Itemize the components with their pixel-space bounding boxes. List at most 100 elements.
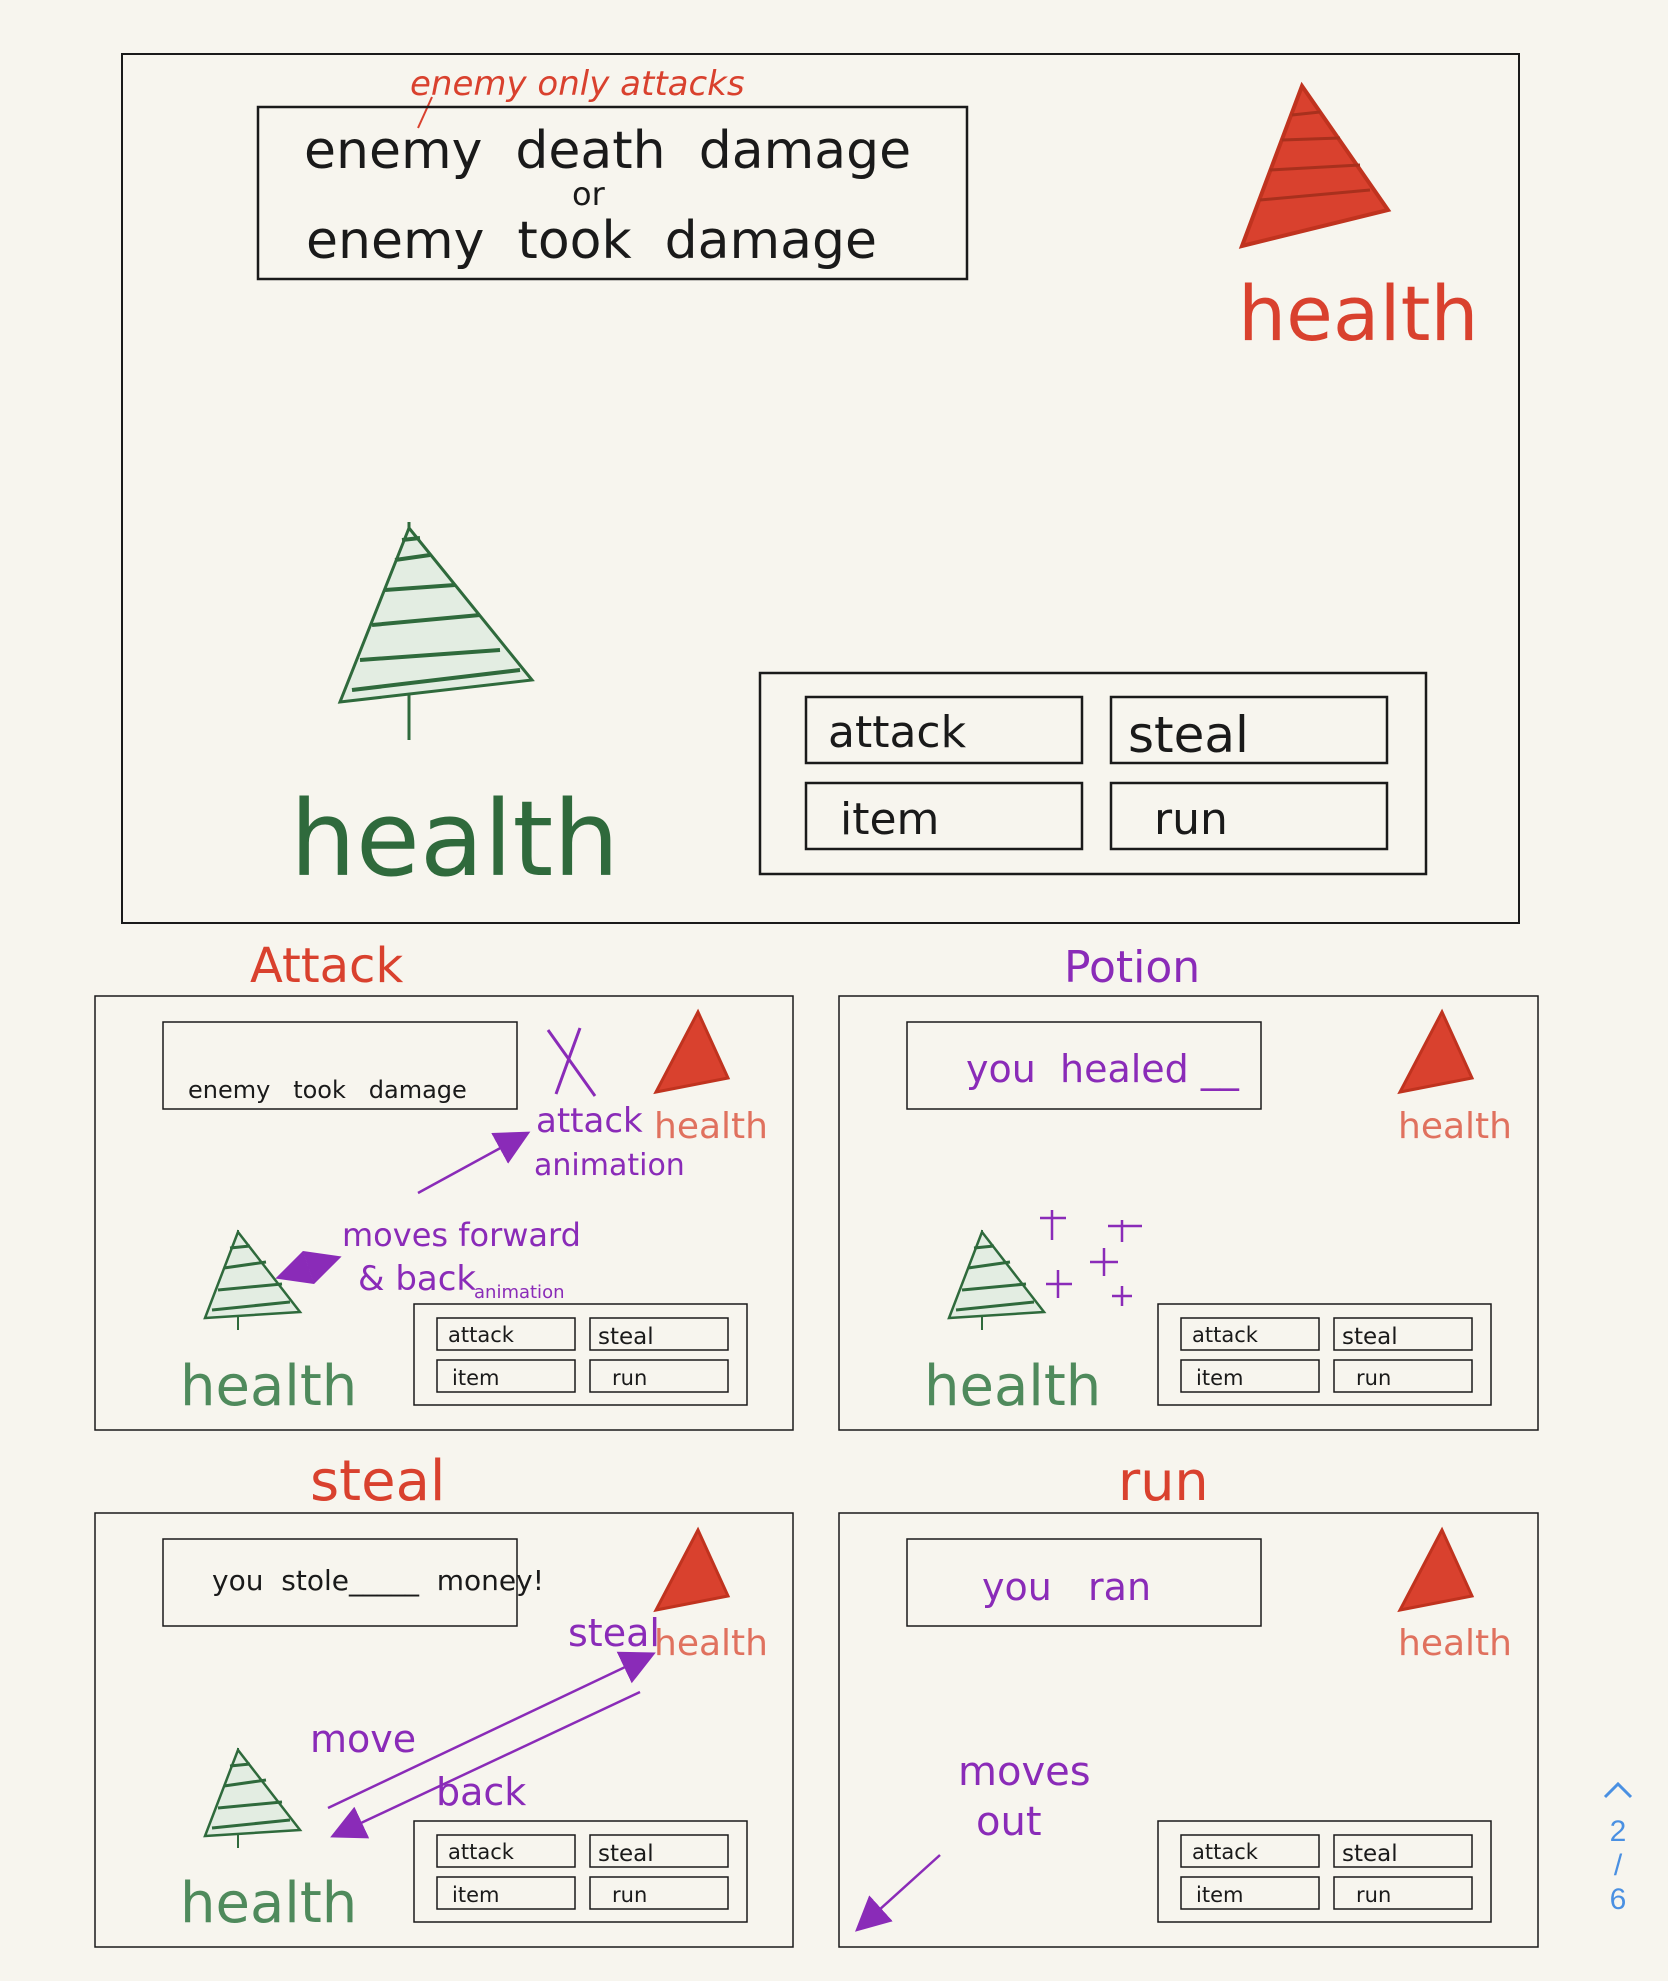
attack-arrow (417, 1131, 531, 1195)
heal-sparkles (1040, 1210, 1142, 1306)
attack-message: enemy took damage (188, 1076, 467, 1104)
item-button-label: item (840, 794, 939, 845)
potion-panel: you healed __ health health attack steal (838, 995, 1539, 1431)
attack-panel-item-button[interactable]: item (436, 1359, 576, 1393)
steal-button[interactable]: steal (1109, 695, 1389, 765)
potion-panel-steal-button[interactable]: steal (1333, 1317, 1473, 1351)
run-panel-steal-button[interactable]: steal (1333, 1834, 1473, 1868)
note-attack: attack (536, 1101, 643, 1141)
main-annotation-enemy-only-attacks: enemy only attacks (410, 64, 745, 104)
steal-button-label: steal (1128, 706, 1249, 764)
message-line-2: enemy took damage (306, 211, 877, 271)
run-panel-menu: attack steal item run (1157, 1820, 1492, 1923)
item-button[interactable]: item (804, 781, 1084, 851)
run-message: you ran (982, 1565, 1151, 1609)
note-out: out (976, 1799, 1042, 1845)
steal-panel-item-label: item (452, 1883, 499, 1907)
potion-panel-item-button[interactable]: item (1180, 1359, 1320, 1393)
attack-button-label: attack (828, 707, 967, 758)
page-total: 6 (1609, 1883, 1627, 1916)
attack-enemy-icon (653, 1008, 731, 1095)
attack-panel-menu: attack steal item run (413, 1303, 748, 1406)
page-separator: / (1613, 1849, 1623, 1882)
attack-button[interactable]: attack (804, 695, 1084, 765)
main-action-menu: attack steal item run (758, 671, 1428, 876)
run-enemy-health: health (1398, 1623, 1512, 1664)
run-exit-arrow (855, 1854, 941, 1932)
steal-panel: you stole_____ money! health steal move … (94, 1512, 794, 1948)
run-panel-run-button[interactable]: run (1333, 1876, 1473, 1910)
steal-player-health: health (180, 1871, 357, 1936)
enemy-sprite (1238, 81, 1392, 249)
note-back-animation: animation (474, 1282, 564, 1303)
steal-enemy-icon (653, 1526, 731, 1613)
run-panel-steal-label: steal (1342, 1841, 1398, 1867)
attack-panel-run-button[interactable]: run (589, 1359, 729, 1393)
note-and-back: & back (358, 1259, 476, 1299)
potion-panel-menu: attack steal item run (1157, 1303, 1492, 1406)
attack-panel-attack-label: attack (448, 1323, 515, 1347)
page-current: 2 (1609, 1815, 1627, 1848)
attack-panel-steal-button[interactable]: steal (589, 1317, 729, 1351)
run-panel-attack-button[interactable]: attack (1180, 1834, 1320, 1868)
run-button[interactable]: run (1109, 781, 1389, 851)
attack-panel-steal-label: steal (598, 1324, 654, 1350)
page-indicator: 2 / 6 (1596, 1775, 1640, 1917)
run-panel-run-label: run (1356, 1883, 1391, 1907)
panel-title-steal: steal (310, 1449, 445, 1514)
attack-panel-run-label: run (612, 1366, 647, 1390)
attack-enemy-health: health (654, 1106, 768, 1147)
tree-icon (337, 525, 535, 704)
potion-panel-run-button[interactable]: run (1333, 1359, 1473, 1393)
panel-title-attack: Attack (250, 938, 403, 994)
attack-player-health: health (180, 1354, 357, 1419)
panel-title-run: run (1118, 1450, 1209, 1513)
steal-enemy-health: health (654, 1623, 768, 1664)
message-or: or (572, 175, 606, 213)
forward-back-arrow (275, 1250, 342, 1285)
player-sprite (337, 522, 535, 740)
steal-panel-attack-button[interactable]: attack (436, 1834, 576, 1868)
main-message-box: enemy death damage or enemy took damage (256, 105, 969, 281)
note-move: move (310, 1717, 416, 1761)
potion-player-health: health (924, 1354, 1101, 1419)
steal-panel-attack-label: attack (448, 1840, 515, 1864)
panel-title-potion: Potion (1064, 942, 1200, 993)
run-panel-attack-label: attack (1192, 1840, 1259, 1864)
main-battle-frame: enemy only attacks enemy death damage or… (121, 53, 1520, 924)
potion-panel-attack-label: attack (1192, 1323, 1259, 1347)
player-health-label: health (290, 778, 619, 900)
run-panel: you ran health moves out attack steal it… (838, 1512, 1539, 1948)
note-back: back (436, 1770, 526, 1814)
potion-panel-steal-label: steal (1342, 1324, 1398, 1350)
note-moves: moves (958, 1749, 1091, 1795)
run-enemy-icon (1397, 1526, 1475, 1613)
note-moves-forward: moves forward (342, 1216, 581, 1254)
steal-panel-run-label: run (612, 1883, 647, 1907)
attack-x-mark (546, 1027, 597, 1097)
enemy-health-label: health (1238, 269, 1479, 358)
storyboard-canvas: enemy only attacks enemy death damage or… (94, 53, 1539, 1948)
run-panel-item-button[interactable]: item (1180, 1876, 1320, 1910)
potion-enemy-health: health (1398, 1106, 1512, 1147)
potion-panel-item-label: item (1196, 1366, 1243, 1390)
run-button-label: run (1154, 794, 1228, 845)
message-line-1: enemy death damage (304, 121, 911, 181)
potion-panel-run-label: run (1356, 1366, 1391, 1390)
chevron-up-icon[interactable] (1596, 1775, 1640, 1815)
potion-panel-attack-button[interactable]: attack (1180, 1317, 1320, 1351)
steal-panel-item-button[interactable]: item (436, 1876, 576, 1910)
note-steal: steal (568, 1611, 660, 1655)
steal-panel-run-button[interactable]: run (589, 1876, 729, 1910)
steal-panel-steal-label: steal (598, 1841, 654, 1867)
steal-message: you stole_____ money! (212, 1564, 544, 1597)
steal-panel-menu: attack steal item run (413, 1820, 748, 1923)
attack-panel-item-label: item (452, 1366, 499, 1390)
attack-panel-attack-button[interactable]: attack (436, 1317, 576, 1351)
potion-message: you healed __ (966, 1047, 1240, 1091)
run-panel-item-label: item (1196, 1883, 1243, 1907)
attack-panel: enemy took damage attack animation healt… (94, 995, 794, 1431)
potion-enemy-icon (1397, 1008, 1475, 1095)
note-animation: animation (534, 1148, 685, 1183)
steal-panel-steal-button[interactable]: steal (589, 1834, 729, 1868)
